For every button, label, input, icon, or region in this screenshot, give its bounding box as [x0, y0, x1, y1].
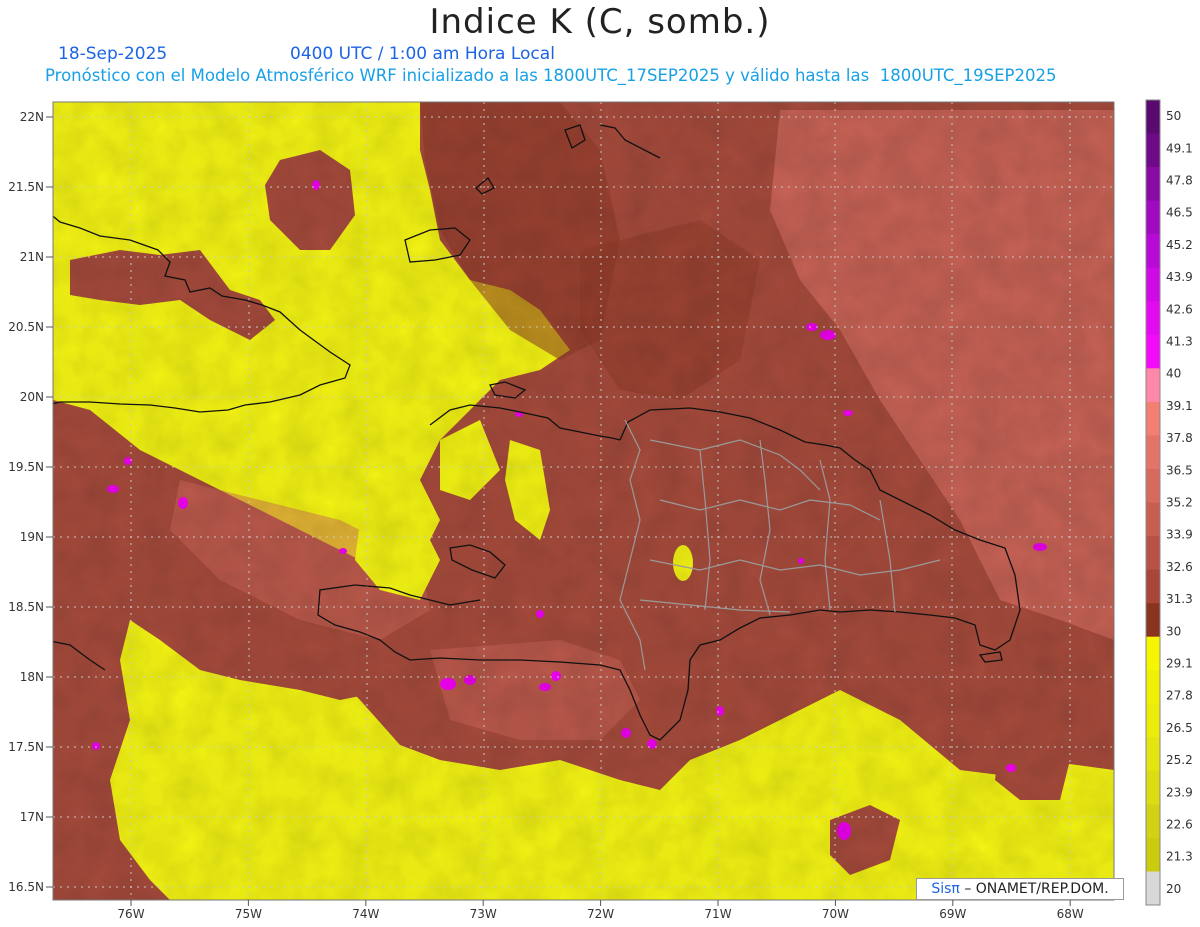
lon-label: 75W [235, 907, 262, 921]
lat-label: 21N [20, 250, 44, 264]
lon-label: 72W [587, 907, 614, 921]
colorbar-label: 41.3 [1166, 335, 1193, 349]
colorbar-label: 47.8 [1166, 174, 1193, 188]
colorbar-label: 21.3 [1166, 850, 1193, 864]
colorbar-label: 35.2 [1166, 496, 1193, 510]
colorbar-swatch [1146, 804, 1160, 839]
colorbar-swatch [1146, 267, 1160, 302]
lat-label: 19N [20, 530, 44, 544]
credit-org: – ONAMET/REP.DOM. [964, 881, 1109, 897]
k-index-map: 22N 21.5N 21N 20.5N 20N 19.5N 19N 18.5N 18N 17.5N… [8, 99, 1193, 921]
model-subtitle: Pronóstico con el Modelo Atmosférico WRF… [45, 66, 1057, 85]
colorbar-swatch [1146, 234, 1160, 269]
lat-label: 16.5N [8, 880, 44, 894]
colorbar-label: 37.8 [1166, 431, 1193, 445]
colorbar-swatch [1146, 435, 1160, 470]
colorbar-swatch [1146, 569, 1160, 604]
colorbar-swatch [1146, 737, 1160, 772]
colorbar-label: 22.6 [1166, 818, 1193, 832]
colorbar-swatch [1146, 770, 1160, 805]
colorbar-label: 20 [1166, 882, 1181, 896]
forecast-date: 18-Sep-2025 [58, 44, 168, 64]
field-texture [53, 102, 1114, 900]
colorbar-label: 31.3 [1166, 592, 1193, 606]
colorbar-label: 42.6 [1166, 302, 1193, 316]
colorbar-label: 33.9 [1166, 528, 1193, 542]
credit-brand: Sisπ [931, 881, 960, 897]
lon-label: 68W [1057, 907, 1084, 921]
colorbar-label: 43.9 [1166, 270, 1193, 284]
colorbar-swatch [1146, 401, 1160, 436]
lat-label: 21.5N [8, 180, 44, 194]
lat-label: 19.5N [8, 460, 44, 474]
lat-label: 17N [20, 810, 44, 824]
lat-axis: 22N 21.5N 21N 20.5N 20N 19.5N 19N 18.5N 18N 17.5N… [8, 110, 53, 894]
colorbar-label: 46.5 [1166, 206, 1193, 220]
colorbar-swatch [1146, 536, 1160, 571]
colorbar-swatch [1146, 502, 1160, 537]
colorbar-label: 49.1 [1166, 141, 1193, 155]
chart-title: Indice K (C, somb.) [429, 2, 771, 42]
colorbar-label: 40 [1166, 367, 1181, 381]
colorbar-swatch [1146, 636, 1160, 671]
lat-label: 20.5N [8, 320, 44, 334]
colorbar-label: 23.9 [1166, 785, 1193, 799]
lat-label: 18.5N [8, 600, 44, 614]
lat-label: 22N [20, 110, 44, 124]
colorbar-label: 30 [1166, 624, 1181, 638]
forecast-time: 0400 UTC / 1:00 am Hora Local [290, 44, 555, 64]
lat-label: 20N [20, 390, 44, 404]
colorbar-label: 36.5 [1166, 463, 1193, 477]
colorbar-swatch [1146, 334, 1160, 369]
lon-label: 74W [352, 907, 379, 921]
lon-axis: 76W 75W 74W 73W 72W 71W 70W 69W 68W [117, 900, 1084, 921]
colorbar-label: 26.5 [1166, 721, 1193, 735]
lon-label: 76W [117, 907, 144, 921]
colorbar-swatch [1146, 301, 1160, 336]
coast-west [53, 694, 54, 695]
lon-label: 71W [704, 907, 731, 921]
lon-label: 73W [470, 907, 497, 921]
colorbar-swatch [1146, 670, 1160, 705]
colorbar-label: 32.6 [1166, 560, 1193, 574]
shaded-field [53, 102, 1114, 900]
colorbar-swatch [1146, 603, 1160, 638]
colorbar-swatch [1146, 167, 1160, 202]
colorbar-label: 39.1 [1166, 399, 1193, 413]
colorbar-label: 50 [1166, 109, 1181, 123]
credit-box: Sisπ – ONAMET/REP.DOM. [916, 878, 1124, 900]
lat-label: 18N [20, 670, 44, 684]
colorbar-label: 27.8 [1166, 689, 1193, 703]
lat-label: 17.5N [8, 740, 44, 754]
colorbar-swatch [1146, 703, 1160, 738]
lon-label: 70W [822, 907, 849, 921]
colorbar-swatch [1146, 871, 1160, 906]
colorbar-swatch [1146, 468, 1160, 503]
colorbar-swatch [1146, 837, 1160, 872]
colorbar-label: 25.2 [1166, 753, 1193, 767]
colorbar-label: 45.2 [1166, 238, 1193, 252]
colorbar-swatch [1146, 100, 1160, 135]
colorbar-swatch [1146, 133, 1160, 168]
colorbar-swatch [1146, 368, 1160, 403]
colorbar-swatch [1146, 200, 1160, 235]
colorbar: 50 49.1 47.8 46.5 45.2 43.9 42.6 41.3 40 39.1 37.8… [1145, 99, 1193, 906]
colorbar-label: 29.1 [1166, 657, 1193, 671]
lon-label: 69W [939, 907, 966, 921]
